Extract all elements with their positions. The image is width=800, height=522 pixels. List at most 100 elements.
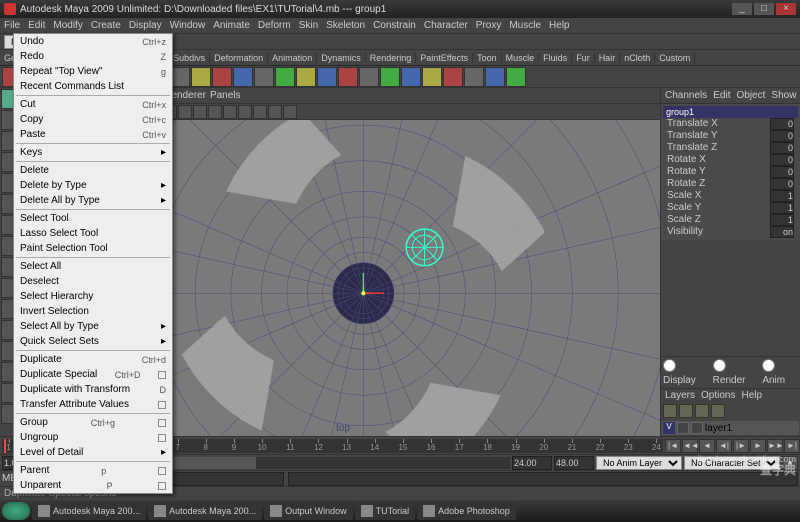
shelf-button[interactable]: [380, 67, 400, 87]
menu-edit[interactable]: Edit: [28, 20, 45, 31]
shelf-tab[interactable]: nCloth: [620, 53, 655, 63]
shelf-button[interactable]: [464, 67, 484, 87]
shelf-button[interactable]: [359, 67, 379, 87]
shelf-button[interactable]: [422, 67, 442, 87]
playback-button[interactable]: ◄|: [716, 439, 732, 453]
minimize-button[interactable]: _: [732, 3, 752, 15]
menu-muscle[interactable]: Muscle: [509, 20, 541, 31]
menu-item[interactable]: Delete by Type▸: [14, 178, 172, 193]
menu-item[interactable]: Select All: [14, 259, 172, 274]
menu-window[interactable]: Window: [170, 20, 206, 31]
menu-item[interactable]: Duplicate SpecialCtrl+D: [14, 367, 172, 382]
attr-value-field[interactable]: [770, 166, 794, 178]
menu-item[interactable]: Delete: [14, 163, 172, 178]
selected-object-name[interactable]: group1: [663, 106, 798, 118]
shelf-button[interactable]: [401, 67, 421, 87]
shelf-tab[interactable]: Hair: [595, 53, 621, 63]
menu-item[interactable]: Duplicate with TransformD: [14, 382, 172, 397]
playback-button[interactable]: ◄◄: [682, 439, 698, 453]
attr-value-field[interactable]: [770, 226, 794, 238]
viewport-tool-button[interactable]: [238, 105, 252, 119]
menu-item[interactable]: Lasso Select Tool: [14, 226, 172, 241]
layer-tab[interactable]: Options: [701, 390, 735, 401]
menu-item[interactable]: Select Hierarchy: [14, 289, 172, 304]
menu-item[interactable]: CopyCtrl+c: [14, 112, 172, 127]
attr-value-field[interactable]: [770, 142, 794, 154]
viewport-tool-button[interactable]: [268, 105, 282, 119]
channel-tab[interactable]: Edit: [713, 90, 730, 101]
menu-file[interactable]: File: [4, 20, 20, 31]
menu-item[interactable]: Delete All by Type▸: [14, 193, 172, 208]
shelf-tab[interactable]: Custom: [655, 53, 695, 63]
channel-tab[interactable]: Channels: [665, 90, 707, 101]
menu-create[interactable]: Create: [91, 20, 121, 31]
attr-value-field[interactable]: [770, 214, 794, 226]
playback-button[interactable]: |►: [733, 439, 749, 453]
menu-help[interactable]: Help: [549, 20, 570, 31]
layer-state-toggle[interactable]: [677, 422, 689, 434]
playback-button[interactable]: ►|: [784, 439, 800, 453]
menu-item[interactable]: Keys▸: [14, 145, 172, 160]
menu-animate[interactable]: Animate: [213, 20, 250, 31]
taskbar-button[interactable]: Autodesk Maya 200...: [148, 502, 262, 520]
menu-item[interactable]: Repeat "Top View"g: [14, 64, 172, 79]
menu-item[interactable]: Paint Selection Tool: [14, 241, 172, 256]
taskbar-button[interactable]: Output Window: [264, 502, 353, 520]
anim-layer-dropdown[interactable]: No Anim Layer: [596, 456, 682, 470]
display-radio[interactable]: Anim: [762, 359, 798, 386]
shelf-button[interactable]: [296, 67, 316, 87]
shelf-tab[interactable]: Dynamics: [317, 53, 366, 63]
shelf-tab[interactable]: PaintEffects: [416, 53, 473, 63]
menu-item[interactable]: UnparentP: [14, 478, 172, 493]
shelf-tab[interactable]: Rendering: [366, 53, 417, 63]
playback-button[interactable]: ►►: [767, 439, 783, 453]
menu-item[interactable]: GroupCtrl+g: [14, 415, 172, 430]
start-button[interactable]: [2, 502, 30, 520]
menu-item[interactable]: UndoCtrl+z: [14, 34, 172, 49]
close-button[interactable]: ×: [776, 3, 796, 15]
layer-tab[interactable]: Help: [741, 390, 762, 401]
menu-item[interactable]: Deselect: [14, 274, 172, 289]
viewport-tool-button[interactable]: [193, 105, 207, 119]
menu-modify[interactable]: Modify: [53, 20, 82, 31]
menu-proxy[interactable]: Proxy: [476, 20, 502, 31]
menu-item[interactable]: CutCtrl+x: [14, 97, 172, 112]
menu-constrain[interactable]: Constrain: [373, 20, 416, 31]
attr-value-field[interactable]: [770, 154, 794, 166]
layer-icon[interactable]: [711, 404, 725, 418]
layer-icon[interactable]: [663, 404, 677, 418]
menu-character[interactable]: Character: [424, 20, 468, 31]
layer-icon[interactable]: [679, 404, 693, 418]
menu-item[interactable]: Ungroup: [14, 430, 172, 445]
menu-item[interactable]: PasteCtrl+v: [14, 127, 172, 142]
menu-item[interactable]: RedoZ: [14, 49, 172, 64]
attr-value-field[interactable]: [770, 130, 794, 142]
playback-end-field[interactable]: [512, 456, 552, 470]
attr-value-field[interactable]: [770, 118, 794, 130]
menu-item[interactable]: Level of Detail▸: [14, 445, 172, 460]
shelf-tab[interactable]: Toon: [473, 53, 502, 63]
display-radio[interactable]: Display: [663, 359, 709, 386]
shelf-tab[interactable]: Deformation: [210, 53, 268, 63]
maximize-button[interactable]: □: [754, 3, 774, 15]
menu-deform[interactable]: Deform: [258, 20, 291, 31]
menu-item[interactable]: Recent Commands List: [14, 79, 172, 94]
attr-value-field[interactable]: [770, 178, 794, 190]
shelf-button[interactable]: [275, 67, 295, 87]
shelf-button[interactable]: [233, 67, 253, 87]
playback-button[interactable]: ►: [750, 439, 766, 453]
menu-item[interactable]: Select All by Type▸: [14, 319, 172, 334]
menu-item[interactable]: Select Tool: [14, 211, 172, 226]
menu-item[interactable]: Parentp: [14, 463, 172, 478]
shelf-button[interactable]: [485, 67, 505, 87]
menu-item[interactable]: Quick Select Sets▸: [14, 334, 172, 349]
menu-item[interactable]: DuplicateCtrl+d: [14, 352, 172, 367]
taskbar-button[interactable]: Autodesk Maya 200...: [32, 502, 146, 520]
layer-tab[interactable]: Layers: [665, 390, 695, 401]
layer-row[interactable]: V layer1: [662, 421, 799, 435]
attr-value-field[interactable]: [770, 190, 794, 202]
viewport-tool-button[interactable]: [253, 105, 267, 119]
menu-skeleton[interactable]: Skeleton: [326, 20, 365, 31]
layer-visibility-toggle[interactable]: V: [663, 422, 675, 434]
shelf-button[interactable]: [170, 67, 190, 87]
